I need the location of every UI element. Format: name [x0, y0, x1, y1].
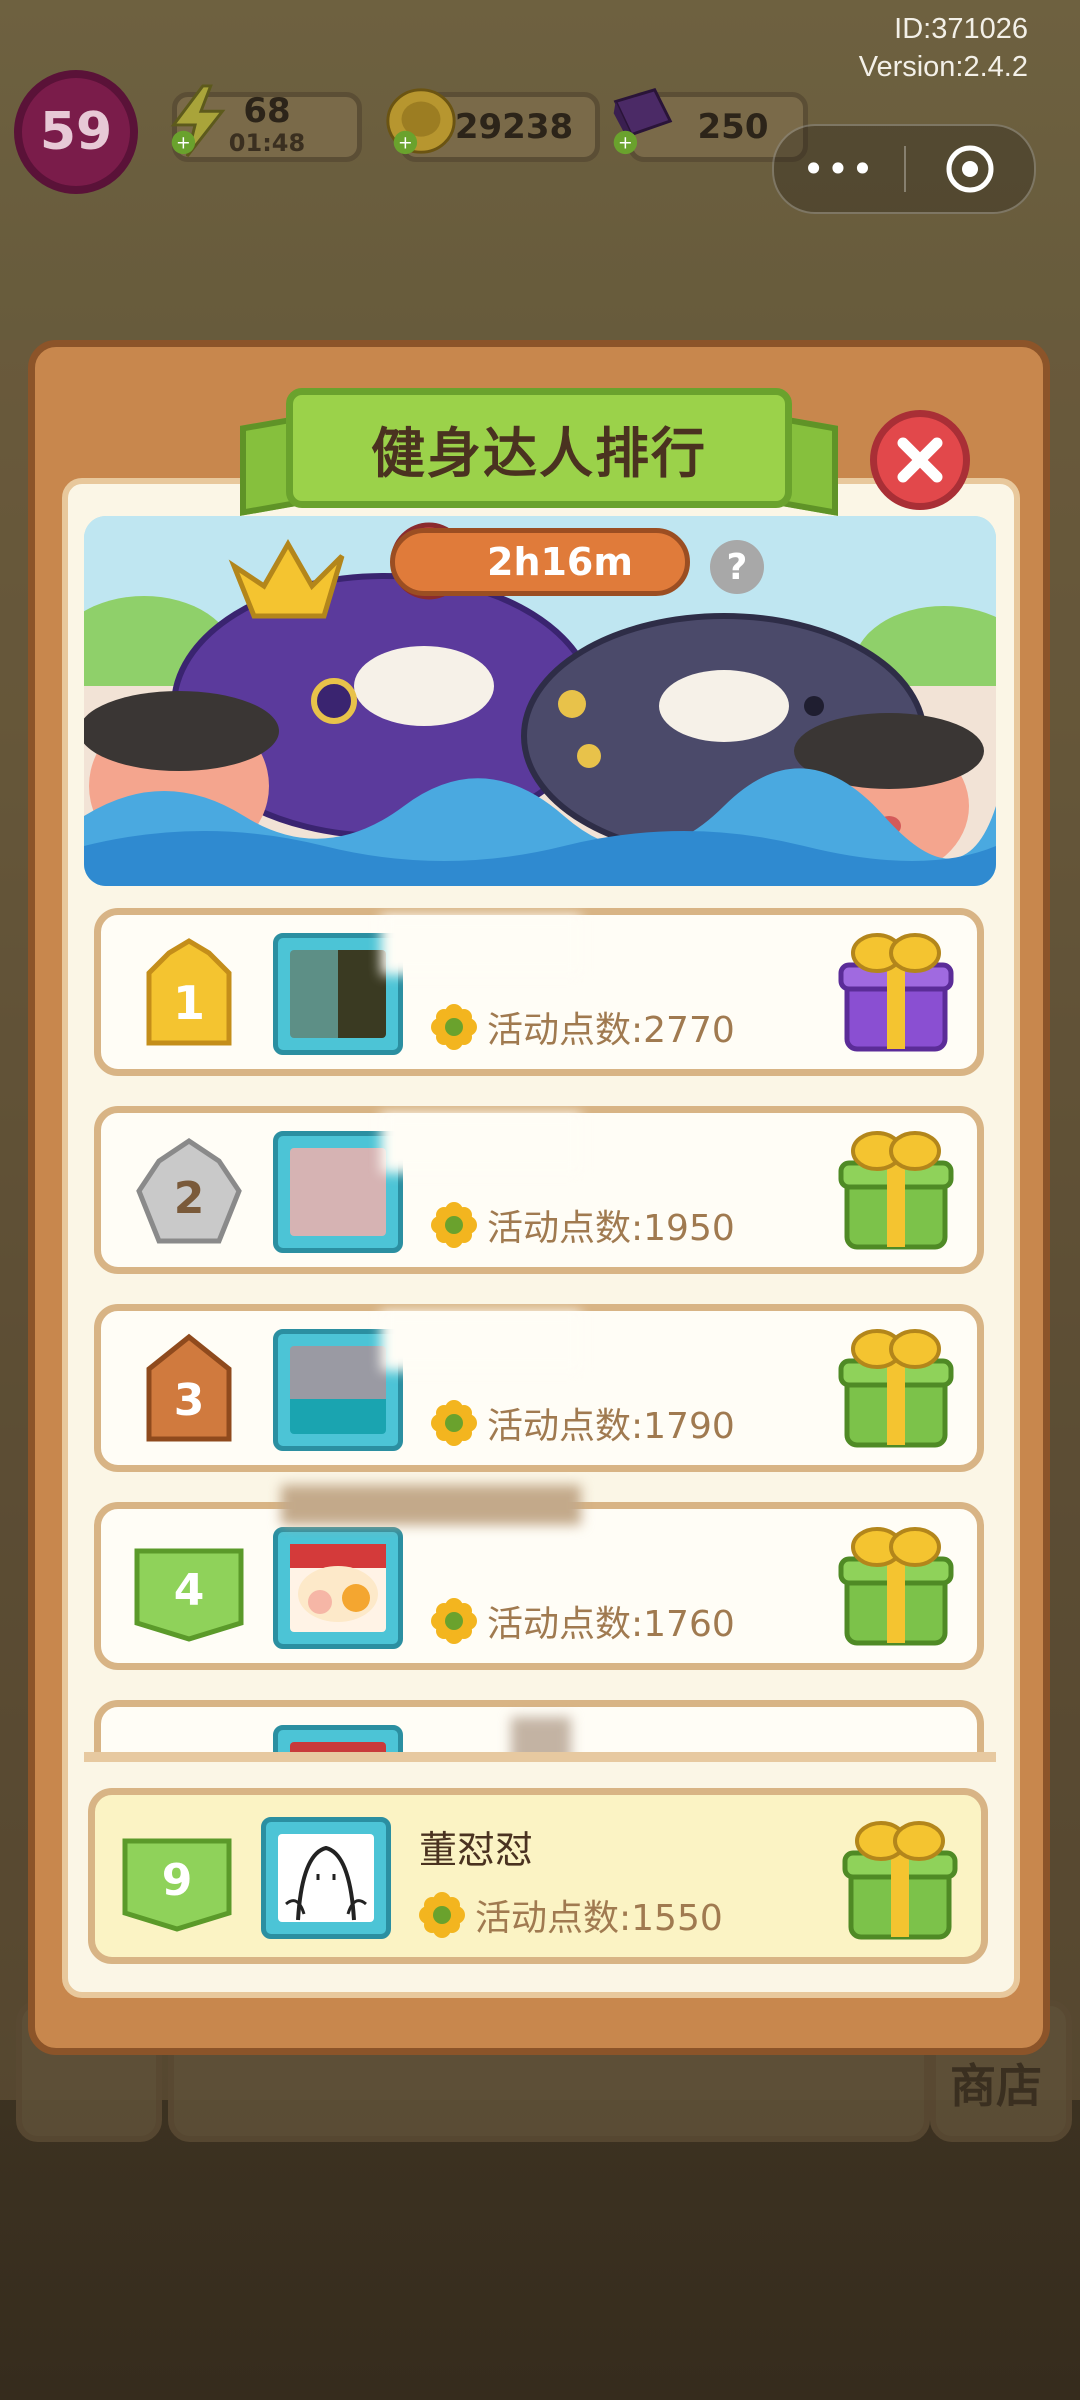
ranking-row: 3 活动点数:1790	[94, 1304, 984, 1472]
silver-crown-rank-icon: 2	[136, 1137, 242, 1244]
doodle-avatar	[285, 1845, 367, 1921]
rank-number: 4	[174, 1565, 205, 1616]
shop-label: 商店	[950, 2059, 1042, 2113]
activity-points: 活动点数:1760	[431, 1595, 735, 1647]
points-text: 活动点数:1550	[475, 1898, 723, 1939]
points-text: 活动点数:1790	[487, 1406, 735, 1447]
activity-points: 活动点数:2770	[431, 1001, 735, 1053]
cartoon-avatar	[290, 1544, 386, 1622]
avatar[interactable]	[273, 1725, 403, 1755]
my-avatar[interactable]	[261, 1817, 391, 1939]
flower-icon	[431, 1004, 477, 1050]
energy-timer: 01:48	[228, 129, 306, 157]
svg-text:+: +	[176, 133, 191, 153]
rank-number: 3	[174, 1375, 205, 1426]
purple-gift-icon[interactable]	[837, 925, 955, 1055]
level-badge[interactable]: 59	[14, 70, 138, 194]
redacted-name	[381, 1113, 581, 1173]
activity-points: 活动点数:1790	[431, 1397, 735, 1449]
rank-number: 2	[174, 1173, 205, 1224]
ranking-row: 1 活动点数:2770	[94, 908, 984, 1076]
green-gift-icon[interactable]	[837, 1519, 955, 1649]
list-bottom-edge	[84, 1752, 996, 1762]
redacted-name	[381, 915, 581, 975]
green-gift-icon[interactable]	[837, 1123, 955, 1253]
more-options-icon[interactable]: •••	[774, 147, 904, 191]
ranking-row: 4 活动点数:1760	[94, 1485, 984, 1670]
coin-value: 29238	[454, 107, 574, 147]
my-activity-points: 活动点数:1550	[419, 1889, 723, 1941]
points-text: 活动点数:1950	[487, 1208, 735, 1249]
target-icon	[946, 145, 994, 193]
ranking-row-partial	[94, 1700, 984, 1755]
svg-text:+: +	[398, 133, 413, 153]
modal-title: 健身达人排行	[371, 421, 707, 485]
flower-icon	[431, 1202, 477, 1248]
level-value: 59	[39, 102, 113, 162]
points-text: 活动点数:1760	[487, 1604, 735, 1645]
green-flag-rank-icon: 9	[122, 1838, 232, 1932]
green-gift-icon[interactable]	[841, 1813, 959, 1943]
my-name: 董怼怼	[419, 1828, 534, 1872]
help-button[interactable]: ?	[710, 540, 764, 594]
close-button[interactable]	[870, 410, 970, 510]
redacted-name	[511, 1717, 571, 1755]
flower-icon	[419, 1892, 465, 1938]
title-ribbon: 健身达人排行	[286, 388, 792, 508]
gem-value: 250	[697, 107, 769, 147]
player-id: ID:371026	[894, 13, 1028, 45]
bronze-rank-icon: 3	[146, 1333, 232, 1442]
rank-number: 9	[162, 1855, 193, 1906]
version-label: Version:2.4.2	[858, 51, 1028, 83]
svg-text:+: +	[618, 133, 633, 153]
timer-value: 2h16m	[487, 540, 633, 584]
flower-icon	[431, 1598, 477, 1644]
ranking-list[interactable]: 1 活动点数:2770 2 活动点数:1950 3 活动点数:1790 4 活动…	[84, 900, 996, 1755]
points-text: 活动点数:2770	[487, 1010, 735, 1051]
miniprogram-capsule: •••	[772, 124, 1036, 214]
ranking-row: 2 活动点数:1950	[94, 1106, 984, 1274]
redacted-name	[281, 1485, 581, 1525]
flower-icon	[431, 1400, 477, 1446]
close-miniprogram-button[interactable]	[906, 143, 1034, 195]
event-timer: 2h16m	[390, 528, 690, 596]
lightning-icon: +	[170, 84, 226, 158]
green-gift-icon[interactable]	[837, 1321, 955, 1451]
gem-icon: +	[613, 88, 673, 155]
avatar[interactable]	[273, 1527, 403, 1649]
activity-points: 活动点数:1950	[431, 1199, 735, 1251]
green-flag-rank-icon: 4	[134, 1548, 244, 1642]
gold-crown-rank-icon: 1	[146, 938, 232, 1046]
close-icon	[897, 437, 943, 483]
build-info: ID:371026 Version:2.4.2	[859, 10, 1028, 86]
coin-icon: +	[386, 88, 456, 155]
energy-value: 68	[243, 91, 291, 131]
my-ranking-row: 9 董怼怼 活动点数:1550	[88, 1788, 988, 1964]
rank-number: 1	[173, 976, 205, 1030]
redacted-name	[381, 1311, 581, 1371]
